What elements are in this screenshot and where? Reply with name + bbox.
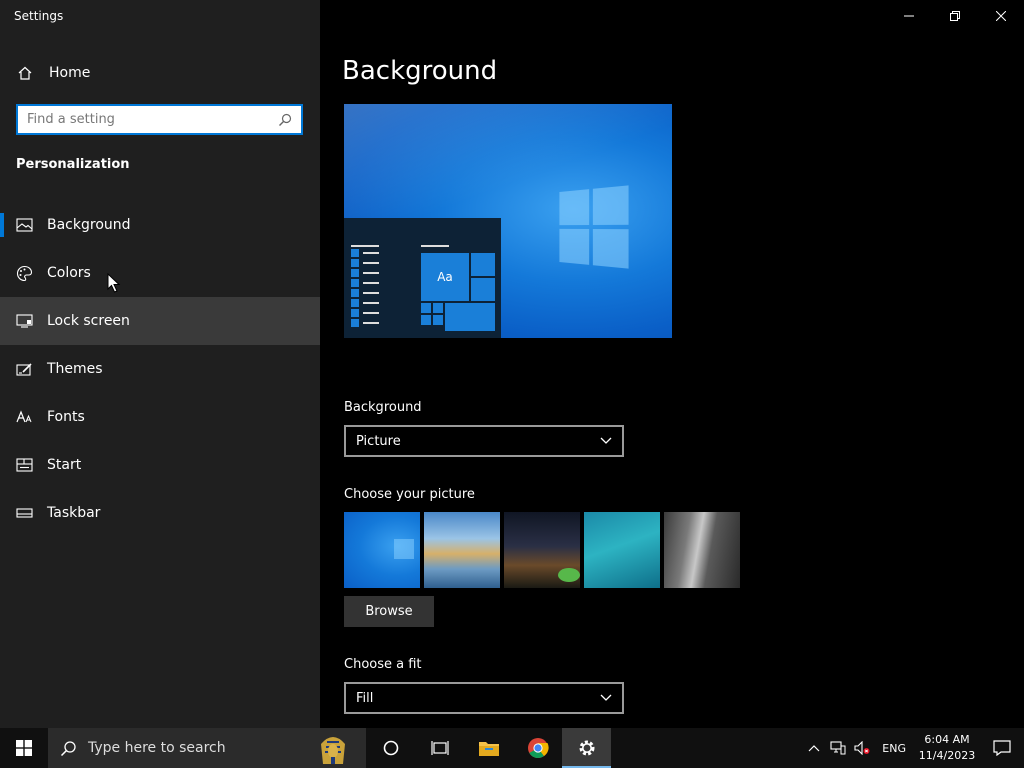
preview-tile-text: Aa xyxy=(420,252,470,302)
file-explorer-button[interactable] xyxy=(464,728,513,768)
cortana-icon xyxy=(383,740,398,756)
clock-date: 11/4/2023 xyxy=(918,749,976,762)
sidebar-item-label: Lock screen xyxy=(47,313,130,329)
sidebar-item-start[interactable]: Start xyxy=(0,441,320,489)
language-indicator[interactable]: ENG xyxy=(882,742,906,755)
chrome-icon xyxy=(527,738,549,759)
picture-thumbnails xyxy=(344,512,740,588)
lock-screen-icon xyxy=(15,312,33,330)
close-button[interactable] xyxy=(978,0,1024,32)
system-tray: ENG 6:04 AM 11/4/2023 xyxy=(802,728,1024,768)
background-preview: Aa xyxy=(344,104,672,338)
windows-logo-icon xyxy=(559,185,629,269)
search-icon[interactable] xyxy=(275,110,295,130)
tray-overflow-chevron-up-icon[interactable] xyxy=(802,728,826,768)
restore-button[interactable] xyxy=(932,0,978,32)
gear-icon xyxy=(579,740,594,756)
themes-icon xyxy=(15,360,33,378)
start-menu-preview: Aa xyxy=(344,218,501,338)
taskbar-search-placeholder: Type here to search xyxy=(88,740,226,756)
mouse-cursor-icon xyxy=(107,273,121,293)
sidebar-item-label: Start xyxy=(47,457,82,473)
home-button[interactable]: Home xyxy=(0,53,320,93)
browse-button[interactable]: Browse xyxy=(344,596,434,627)
taskbar-search-box[interactable]: Type here to search xyxy=(48,728,366,768)
start-icon xyxy=(15,456,33,474)
sidebar: Settings Home Personalization Background… xyxy=(0,0,320,728)
chevron-down-icon xyxy=(600,437,612,444)
section-title: Personalization xyxy=(16,157,130,172)
picture-thumbnail-3[interactable] xyxy=(504,512,580,588)
sidebar-item-label: Colors xyxy=(47,265,91,281)
action-center-button[interactable] xyxy=(980,728,1024,768)
sidebar-item-taskbar[interactable]: Taskbar xyxy=(0,489,320,537)
sidebar-nav: Background Colors Lock screen Themes Fon… xyxy=(0,201,320,537)
settings-search-input[interactable] xyxy=(18,106,275,133)
palette-icon xyxy=(15,264,33,282)
notification-icon xyxy=(993,740,1011,756)
fit-value: Fill xyxy=(356,690,374,706)
sidebar-item-lock-screen[interactable]: Lock screen xyxy=(0,297,320,345)
home-icon xyxy=(16,64,34,82)
background-type-label: Background xyxy=(344,400,422,415)
taskbar: Type here to search ENG 6:04 AM 11/4/202… xyxy=(0,728,1024,768)
picture-thumbnail-1[interactable] xyxy=(344,512,420,588)
windows-start-icon xyxy=(16,740,32,756)
minimize-icon xyxy=(904,15,914,17)
close-icon xyxy=(996,11,1006,21)
picture-thumbnail-4[interactable] xyxy=(584,512,660,588)
choose-fit-label: Choose a fit xyxy=(344,657,422,672)
sidebar-item-background[interactable]: Background xyxy=(0,201,320,249)
sidebar-item-fonts[interactable]: Fonts xyxy=(0,393,320,441)
app-title: Settings xyxy=(14,9,64,23)
search-icon xyxy=(58,738,78,758)
sidebar-item-colors[interactable]: Colors xyxy=(0,249,320,297)
settings-search-box[interactable] xyxy=(16,104,303,135)
sidebar-item-label: Fonts xyxy=(47,409,85,425)
clock-time: 6:04 AM xyxy=(924,733,970,746)
page-title: Background xyxy=(342,56,498,86)
folder-icon xyxy=(478,742,499,756)
picture-thumbnail-5[interactable] xyxy=(664,512,740,588)
restore-icon xyxy=(950,11,960,21)
taskbar-icon xyxy=(15,504,33,522)
sidebar-item-themes[interactable]: Themes xyxy=(0,345,320,393)
home-label: Home xyxy=(49,65,91,81)
volume-muted-icon[interactable] xyxy=(850,728,874,768)
task-view-button[interactable] xyxy=(415,728,464,768)
minimize-button[interactable] xyxy=(886,0,932,32)
chrome-button[interactable] xyxy=(513,728,562,768)
cortana-button[interactable] xyxy=(366,728,415,768)
choose-picture-label: Choose your picture xyxy=(344,487,475,502)
start-button[interactable] xyxy=(0,728,48,768)
settings-taskbar-button[interactable] xyxy=(562,728,611,768)
picture-icon xyxy=(15,216,33,234)
fonts-icon xyxy=(15,408,33,426)
main-content: Background Aa Background Picture Choose … xyxy=(320,0,1024,728)
network-icon[interactable] xyxy=(826,728,850,768)
pharaoh-mask-icon xyxy=(304,730,362,766)
picture-thumbnail-2[interactable] xyxy=(424,512,500,588)
taskbar-clock[interactable]: 6:04 AM 11/4/2023 xyxy=(914,732,980,764)
chevron-down-icon xyxy=(600,694,612,701)
background-type-value: Picture xyxy=(356,433,401,449)
fit-dropdown[interactable]: Fill xyxy=(344,682,624,714)
sidebar-item-label: Themes xyxy=(47,361,103,377)
sidebar-item-label: Background xyxy=(47,217,131,233)
sidebar-item-label: Taskbar xyxy=(47,505,101,521)
task-view-icon xyxy=(430,741,449,755)
background-type-dropdown[interactable]: Picture xyxy=(344,425,624,457)
window-controls xyxy=(886,0,1024,32)
